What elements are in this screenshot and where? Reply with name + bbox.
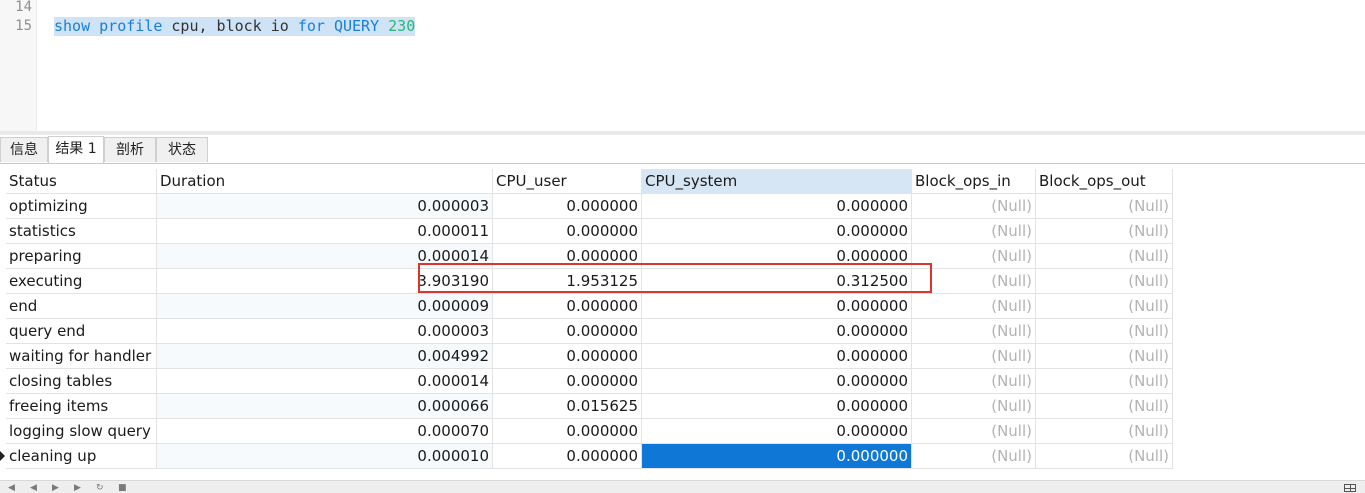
grid-cell[interactable]: 0.000066 — [157, 394, 493, 419]
column-header-block-ops-out[interactable]: Block_ops_out — [1036, 169, 1173, 194]
grid-cell[interactable]: 0.000000 — [642, 369, 912, 394]
line-number-gutter: 14 15 — [0, 0, 37, 131]
grid-cell[interactable]: 0.000000 — [493, 294, 642, 319]
tab-result-1[interactable]: 结果 1 — [48, 136, 104, 163]
grid-cell[interactable]: 0.000000 — [642, 219, 912, 244]
tab-profile[interactable]: 剖析 — [104, 137, 156, 162]
grid-cell[interactable]: (Null) — [912, 344, 1036, 369]
line-number: 14 — [15, 0, 32, 15]
grid-cell[interactable]: (Null) — [912, 219, 1036, 244]
grid-cell[interactable]: (Null) — [1036, 294, 1173, 319]
grid-cell[interactable]: (Null) — [1036, 269, 1173, 294]
grid-cell[interactable]: optimizing — [6, 194, 157, 219]
grid-cell[interactable]: (Null) — [912, 369, 1036, 394]
grid-cell[interactable]: 0.000000 — [642, 294, 912, 319]
grid-cell[interactable]: freeing items — [6, 394, 157, 419]
grid-cell[interactable]: (Null) — [1036, 319, 1173, 344]
grid-cell[interactable]: 0.000000 — [642, 394, 912, 419]
grid-cell[interactable]: 0.000011 — [157, 219, 493, 244]
grid-cell[interactable]: 0.000003 — [157, 194, 493, 219]
grid-cell[interactable]: query end — [6, 319, 157, 344]
grid-cell[interactable]: 0.000070 — [157, 419, 493, 444]
grid-cell[interactable]: (Null) — [1036, 344, 1173, 369]
query-token: show profile — [54, 17, 163, 35]
current-row-pointer-icon — [0, 451, 5, 461]
grid-cell[interactable]: 0.000000 — [493, 319, 642, 344]
grid-cell[interactable]: (Null) — [912, 394, 1036, 419]
grid-cell[interactable]: (Null) — [912, 419, 1036, 444]
grid-cell[interactable]: 0.000014 — [157, 369, 493, 394]
grid-cell[interactable]: 0.000000 — [642, 194, 912, 219]
grid-cell[interactable]: 0.000000 — [642, 344, 912, 369]
grid-cell[interactable]: 0.000000 — [493, 419, 642, 444]
grid-cell[interactable]: (Null) — [1036, 394, 1173, 419]
grid-cell[interactable]: (Null) — [912, 444, 1036, 469]
column-header-duration[interactable]: Duration — [157, 169, 493, 194]
result-tabs: 信息 结果 1 剖析 状态 — [0, 136, 1365, 164]
grid-cell[interactable]: 0.000009 — [157, 294, 493, 319]
query-token: 230 — [388, 17, 416, 35]
grid-cell[interactable]: waiting for handler c — [6, 344, 157, 369]
grid-cell[interactable]: 0.000000 — [642, 319, 912, 344]
grid-cell[interactable]: 0.000000 — [493, 444, 642, 469]
pane-splitter[interactable] — [0, 131, 1365, 135]
grid-cell[interactable]: (Null) — [912, 194, 1036, 219]
grid-cell[interactable]: 0.000000 — [493, 344, 642, 369]
tab-info[interactable]: 信息 — [0, 137, 48, 162]
query-line[interactable]: show profile cpu, block io for QUERY 230 — [54, 17, 416, 36]
query-token: cpu, block io — [162, 17, 298, 35]
grid-cell[interactable]: executing — [6, 269, 157, 294]
grid-cell[interactable]: 0.015625 — [493, 394, 642, 419]
grid-cell[interactable]: (Null) — [1036, 444, 1173, 469]
column-header-cpu-system[interactable]: CPU_system — [642, 169, 912, 194]
grid-cell[interactable]: closing tables — [6, 369, 157, 394]
grid-cell[interactable]: 0.004992 — [157, 344, 493, 369]
grid-cell[interactable]: (Null) — [1036, 219, 1173, 244]
tab-status[interactable]: 状态 — [156, 137, 208, 162]
grid-cell[interactable]: 0.000000 — [493, 194, 642, 219]
column-header-cpu-user[interactable]: CPU_user — [493, 169, 642, 194]
grid-cell[interactable]: 0.000003 — [157, 319, 493, 344]
grid-cell[interactable]: 0.000000 — [642, 419, 912, 444]
grid-cell[interactable]: 0.000010 — [157, 444, 493, 469]
grid-cell[interactable]: (Null) — [912, 319, 1036, 344]
query-token: for QUERY — [297, 17, 380, 35]
grid-cell[interactable]: (Null) — [912, 294, 1036, 319]
grid-cell[interactable]: end — [6, 294, 157, 319]
executing-row-highlight — [418, 263, 932, 293]
sql-editor[interactable]: 14 15 show profile cpu, block io for QUE… — [0, 0, 1365, 131]
grid-cell[interactable]: (Null) — [1036, 419, 1173, 444]
grid-cell[interactable]: statistics — [6, 219, 157, 244]
column-header-status[interactable]: Status — [6, 169, 157, 194]
line-number: 15 — [15, 18, 32, 34]
grid-cell[interactable]: (Null) — [1036, 244, 1173, 269]
grid-cell[interactable]: (Null) — [1036, 369, 1173, 394]
grid-cell[interactable]: preparing — [6, 244, 157, 269]
query-token — [379, 17, 388, 35]
grid-toolbar: ◀ ◀ ▶ ▶ ↻ ■ — [0, 480, 1365, 493]
grid-cell[interactable]: 0.000000 — [493, 219, 642, 244]
grid-view-icon[interactable] — [1344, 484, 1356, 492]
grid-cell[interactable]: (Null) — [1036, 194, 1173, 219]
grid-cell[interactable]: cleaning up — [6, 444, 157, 469]
column-header-block-ops-in[interactable]: Block_ops_in — [912, 169, 1036, 194]
grid-cell[interactable]: 0.000000 — [642, 444, 912, 469]
grid-cell[interactable]: logging slow query — [6, 419, 157, 444]
grid-cell[interactable]: 0.000000 — [493, 369, 642, 394]
